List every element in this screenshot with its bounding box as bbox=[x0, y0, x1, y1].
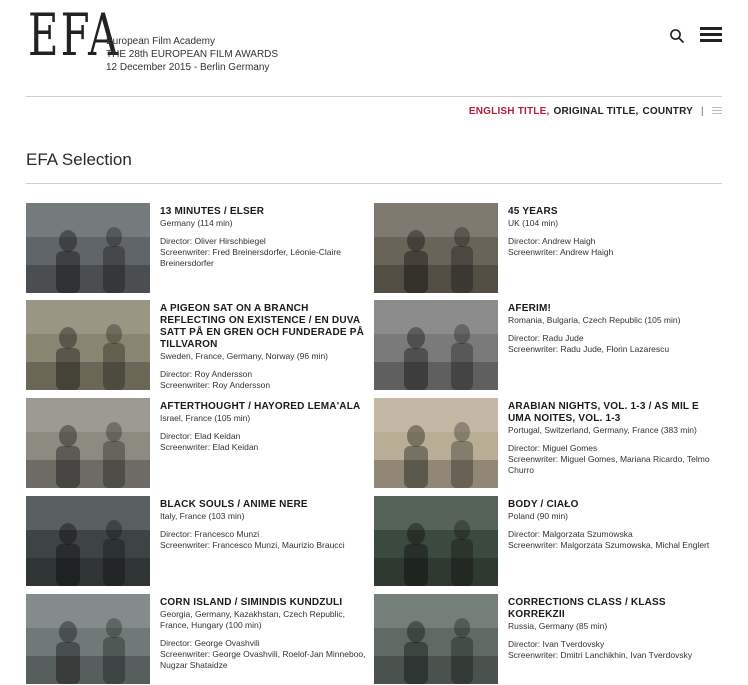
film-director: Director: Oliver Hirschbiegel bbox=[160, 236, 266, 246]
film-item[interactable]: 45 YEARS UK (104 min) Director: Andrew H… bbox=[374, 203, 719, 293]
film-director: Director: Francesco Munzi bbox=[160, 529, 260, 539]
film-country: Georgia, Germany, Kazakhstan, Czech Repu… bbox=[160, 609, 346, 630]
film-director: Director: Radu Jude bbox=[508, 333, 584, 343]
film-thumbnail[interactable] bbox=[374, 398, 498, 488]
film-country: Portugal, Switzerland, Germany, France (… bbox=[508, 425, 697, 435]
section-title: EFA Selection bbox=[26, 150, 132, 169]
film-screenwriter: Screenwriter: Francesco Munzi, Maurizio … bbox=[160, 540, 345, 550]
film-thumbnail[interactable] bbox=[374, 594, 498, 684]
film-country: Germany (114 min) bbox=[160, 218, 233, 228]
film-country: Russia, Germany (85 min) bbox=[508, 621, 608, 631]
film-item[interactable]: BLACK SOULS / ANIME NERE Italy, France (… bbox=[26, 496, 371, 586]
tagline-academy: European Film Academy bbox=[106, 36, 215, 47]
film-title[interactable]: ARABIAN NIGHTS, VOL. 1-3 / AS MIL E UMA … bbox=[508, 401, 719, 425]
film-screenwriter: Screenwriter: George Ovashvili, Roelof-J… bbox=[160, 649, 366, 670]
film-screenwriter: Screenwriter: Fred Breinersdorfer, Léoni… bbox=[160, 247, 341, 268]
film-screenwriter: Screenwriter: Elad Keidan bbox=[160, 442, 259, 452]
film-item[interactable]: 13 MINUTES / ELSER Germany (114 min) Dir… bbox=[26, 203, 371, 293]
film-screenwriter: Screenwriter: Miguel Gomes, Mariana Rica… bbox=[508, 454, 710, 475]
tagline-awards: THE 28th EUROPEAN FILM AWARDS bbox=[106, 49, 279, 60]
section-divider bbox=[26, 183, 722, 184]
film-thumbnail[interactable] bbox=[26, 496, 150, 586]
film-screenwriter: Screenwriter: Andrew Haigh bbox=[508, 247, 614, 257]
film-thumbnail[interactable] bbox=[374, 300, 498, 390]
film-screenwriter: Screenwriter: Dmitri Lanchikhin, Ivan Tv… bbox=[508, 650, 693, 660]
sort-original-title[interactable]: ORIGINAL TITLE, bbox=[553, 106, 638, 117]
film-country: Sweden, France, Germany, Norway (96 min) bbox=[160, 351, 329, 361]
film-item[interactable]: A PIGEON SAT ON A BRANCH REFLECTING ON E… bbox=[26, 300, 371, 390]
film-country: UK (104 min) bbox=[508, 218, 559, 228]
film-country: Poland (90 min) bbox=[508, 511, 569, 521]
film-director: Director: Miguel Gomes bbox=[508, 443, 598, 453]
film-title[interactable]: CORN ISLAND / SIMINDIS KUNDZULI bbox=[160, 597, 371, 609]
film-title[interactable]: 45 YEARS bbox=[508, 206, 719, 218]
search-icon[interactable] bbox=[669, 28, 685, 44]
film-screenwriter: Screenwriter: Malgorzata Szumowska, Mich… bbox=[508, 540, 710, 550]
film-director: Director: Elad Keidan bbox=[160, 431, 241, 441]
film-thumbnail[interactable] bbox=[26, 594, 150, 684]
film-director: Director: Andrew Haigh bbox=[508, 236, 596, 246]
sort-english-title[interactable]: ENGLISH TITLE, bbox=[469, 106, 550, 117]
film-country: Israel, France (105 min) bbox=[160, 413, 251, 423]
film-thumbnail[interactable] bbox=[374, 203, 498, 293]
film-item[interactable]: AFERIM! Romania, Bulgaria, Czech Republi… bbox=[374, 300, 719, 390]
film-country: Romania, Bulgaria, Czech Republic (105 m… bbox=[508, 315, 681, 325]
film-director: Director: Roy Andersson bbox=[160, 369, 253, 379]
hamburger-menu-icon[interactable] bbox=[700, 27, 722, 43]
film-title[interactable]: BLACK SOULS / ANIME NERE bbox=[160, 499, 371, 511]
film-item[interactable]: CORRECTIONS CLASS / KLASS KORREKZII Russ… bbox=[374, 594, 719, 684]
header-tagline: European Film Academy THE 28th EUROPEAN … bbox=[106, 35, 278, 74]
film-title[interactable]: CORRECTIONS CLASS / KLASS KORREKZII bbox=[508, 597, 719, 621]
sort-separator: | bbox=[701, 106, 704, 117]
film-screenwriter: Screenwriter: Radu Jude, Florin Lazaresc… bbox=[508, 344, 670, 354]
tagline-date: 12 December 2015 - Berlin Germany bbox=[106, 62, 270, 73]
film-thumbnail[interactable] bbox=[26, 398, 150, 488]
list-view-icon[interactable] bbox=[712, 107, 722, 116]
site-header: EFA European Film Academy THE 28th EUROP… bbox=[26, 0, 722, 97]
film-thumbnail[interactable] bbox=[374, 496, 498, 586]
film-title[interactable]: 13 MINUTES / ELSER bbox=[160, 206, 371, 218]
sort-country[interactable]: COUNTRY bbox=[643, 106, 693, 117]
film-director: Director: George Ovashvili bbox=[160, 638, 260, 648]
film-title[interactable]: AFERIM! bbox=[508, 303, 719, 315]
film-item[interactable]: AFTERTHOUGHT / HAYORED LEMA'ALA Israel, … bbox=[26, 398, 371, 488]
film-title[interactable]: AFTERTHOUGHT / HAYORED LEMA'ALA bbox=[160, 401, 371, 413]
film-item[interactable]: ARABIAN NIGHTS, VOL. 1-3 / AS MIL E UMA … bbox=[374, 398, 719, 488]
film-thumbnail[interactable] bbox=[26, 203, 150, 293]
film-director: Director: Ivan Tverdovsky bbox=[508, 639, 605, 649]
film-title[interactable]: A PIGEON SAT ON A BRANCH REFLECTING ON E… bbox=[160, 303, 371, 351]
film-title[interactable]: BODY / CIAŁO bbox=[508, 499, 719, 511]
film-item[interactable]: CORN ISLAND / SIMINDIS KUNDZULI Georgia,… bbox=[26, 594, 371, 684]
film-screenwriter: Screenwriter: Roy Andersson bbox=[160, 380, 271, 390]
sort-bar: ENGLISH TITLE, ORIGINAL TITLE, COUNTRY | bbox=[465, 106, 722, 117]
film-thumbnail[interactable] bbox=[26, 300, 150, 390]
film-country: Italy, France (103 min) bbox=[160, 511, 245, 521]
film-director: Director: Malgorzata Szumowska bbox=[508, 529, 633, 539]
film-item[interactable]: BODY / CIAŁO Poland (90 min) Director: M… bbox=[374, 496, 719, 586]
